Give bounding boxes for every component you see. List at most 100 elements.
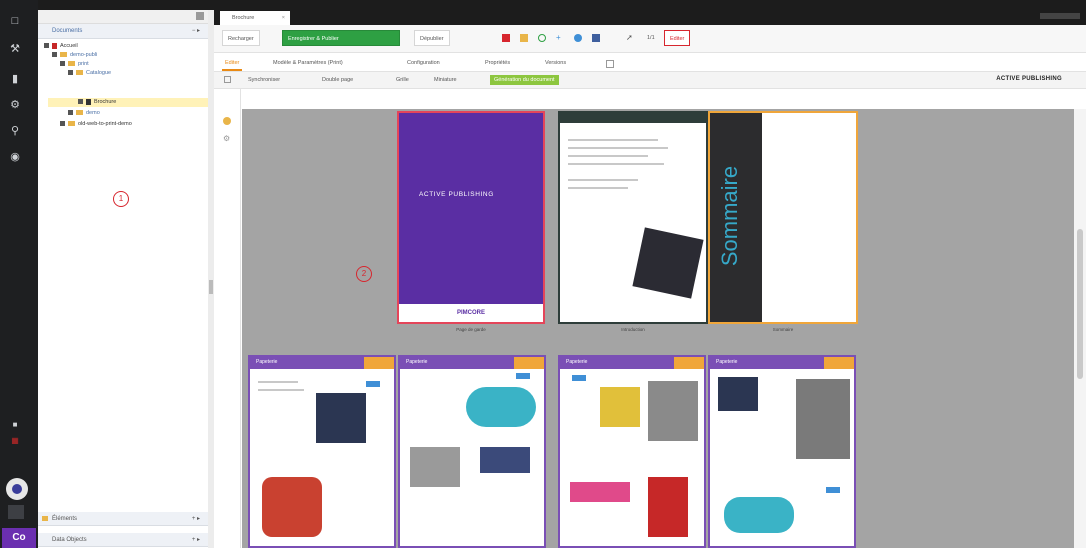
- product-image: [600, 387, 640, 427]
- collapse-icon[interactable]: [68, 110, 73, 116]
- file-icon[interactable]: □: [8, 14, 22, 28]
- page-editor-toolbar: Synchroniser Double page Grille Miniatur…: [214, 72, 1086, 89]
- search-icon[interactable]: ⚲: [8, 124, 22, 138]
- brochure-icon: [86, 98, 91, 105]
- splitter-grip[interactable]: [209, 280, 213, 294]
- tree-node-demo[interactable]: demo: [68, 109, 100, 117]
- thumbnail-button[interactable]: Miniature: [434, 75, 457, 85]
- folder-icon: [68, 121, 75, 127]
- page-sommaire[interactable]: Sommaire: [708, 111, 858, 324]
- product-image: [648, 477, 688, 537]
- grid-button[interactable]: Grille: [396, 75, 409, 85]
- folder-icon: [68, 61, 75, 67]
- close-icon[interactable]: ×: [282, 11, 285, 25]
- collapse-icon[interactable]: [78, 99, 83, 105]
- page-cover[interactable]: ACTIVE PUBLISHING PIMCORE: [397, 111, 545, 324]
- tree-node-brochure[interactable]: Brochure: [78, 98, 116, 106]
- page-intro[interactable]: [558, 111, 708, 324]
- text-line: [568, 179, 638, 181]
- user-menu[interactable]: [1040, 13, 1080, 19]
- cursor-icon[interactable]: ➚: [626, 34, 634, 42]
- tab-brochure[interactable]: Brochure ×: [220, 11, 290, 25]
- tree-node-accueil[interactable]: Accueil: [44, 42, 78, 50]
- collapse-icon[interactable]: [44, 43, 49, 49]
- tree-node-old-web-to-print-demo[interactable]: old-web-to-print-demo: [60, 120, 132, 128]
- documents-panel-header[interactable]: Documents − ▸: [38, 24, 208, 39]
- document-subtabs: Editer Modèle & Paramètres (Print) Confi…: [214, 53, 1086, 72]
- info-icon[interactable]: [574, 34, 582, 42]
- star-icon[interactable]: [223, 117, 231, 125]
- add-page-icon[interactable]: [224, 76, 231, 83]
- document-tree-panel: Documents − ▸ Accueil demo-publi print C…: [38, 10, 209, 548]
- reload-button[interactable]: Recharger: [222, 30, 260, 46]
- eye-icon[interactable]: ◉: [8, 150, 22, 164]
- generate-document-button[interactable]: Génération du document: [490, 75, 559, 85]
- product-image: [480, 447, 530, 473]
- product-image: [316, 393, 366, 443]
- calendar-icon[interactable]: [592, 34, 600, 42]
- collapse-icon[interactable]: [60, 61, 65, 67]
- editor-side-strip: ⚙: [214, 89, 241, 548]
- window-icon[interactable]: [606, 60, 614, 68]
- double-page-button[interactable]: Double page: [322, 75, 353, 85]
- tree-node-demo-publi[interactable]: demo-publi: [52, 51, 97, 59]
- edit-button[interactable]: Editer: [664, 30, 691, 46]
- data-objects-panel-header[interactable]: Data Objects + ▸: [38, 533, 208, 547]
- text-line: [568, 155, 648, 157]
- settings-icon[interactable]: ⚙: [223, 135, 231, 143]
- alert-icon[interactable]: ▦: [8, 434, 22, 448]
- text-line: [568, 163, 664, 165]
- delete-icon[interactable]: [502, 34, 510, 42]
- editor-area: Brochure × Recharger Enregistrer & Publi…: [214, 10, 1086, 548]
- page-canvas: ACTIVE PUBLISHING PIMCORE Page de garde …: [242, 109, 1074, 548]
- folder-icon: [76, 70, 83, 76]
- notification-icon[interactable]: ■: [8, 418, 22, 432]
- tree-node-label: demo: [86, 110, 100, 116]
- vertical-scrollbar[interactable]: [1074, 109, 1086, 548]
- page-catalog[interactable]: Papeterie: [248, 355, 396, 548]
- tab-properties[interactable]: Propriétés: [482, 57, 513, 69]
- scrollbar-thumb[interactable]: [1077, 229, 1083, 379]
- pimcore-logo: [6, 478, 28, 500]
- gear-icon[interactable]: ⚙: [8, 98, 22, 112]
- tree-node-catalogue[interactable]: Catalogue: [68, 69, 111, 77]
- product-image: [570, 482, 630, 502]
- product-image: [648, 381, 698, 441]
- tab-edit[interactable]: Editer: [222, 57, 243, 71]
- collapse-icon[interactable]: [52, 52, 57, 58]
- text-line: [568, 139, 658, 141]
- page-catalog[interactable]: Papeterie: [708, 355, 856, 548]
- page-catalog[interactable]: Papeterie: [398, 355, 546, 548]
- collapse-icon[interactable]: [60, 121, 65, 127]
- tree-node-label: demo-publi: [70, 52, 98, 58]
- grid-icon[interactable]: [196, 12, 204, 20]
- unpublish-button[interactable]: Dépublier: [414, 30, 450, 46]
- sync-button[interactable]: Synchroniser: [248, 75, 280, 85]
- panel-controls[interactable]: + ▸: [192, 533, 200, 547]
- main-nav-rail: □ ⚒ ▮ ⚙ ⚲ ◉ ■ ▦ Co: [0, 0, 38, 548]
- tab-print-settings[interactable]: Modèle & Paramètres (Print): [270, 57, 346, 69]
- folder-icon: [42, 516, 48, 521]
- save-publish-button[interactable]: Enregistrer & Publier: [282, 30, 400, 46]
- page-header-label: Papeterie: [406, 359, 428, 365]
- chart-icon[interactable]: ▮: [8, 72, 22, 86]
- tab-versions[interactable]: Versions: [542, 57, 569, 69]
- cover-footer: PIMCORE: [399, 304, 543, 322]
- page-catalog[interactable]: Papeterie: [558, 355, 706, 548]
- plus-icon[interactable]: +: [556, 34, 564, 42]
- panel-controls[interactable]: + ▸: [192, 512, 200, 526]
- collapse-icon[interactable]: [8, 505, 24, 519]
- price-tag: [516, 373, 530, 379]
- product-image: [718, 377, 758, 411]
- refresh-icon[interactable]: [538, 34, 546, 42]
- elements-panel-header[interactable]: Éléments + ▸: [38, 512, 208, 526]
- wrench-icon[interactable]: ⚒: [8, 42, 22, 56]
- panel-controls[interactable]: − ▸: [192, 24, 200, 38]
- lock-icon[interactable]: [520, 34, 528, 42]
- collapse-icon[interactable]: [68, 70, 73, 76]
- text-line: [258, 389, 304, 391]
- product-image: [262, 477, 322, 537]
- tree-node-print[interactable]: print: [60, 60, 89, 68]
- price-tag: [572, 375, 586, 381]
- tab-configuration[interactable]: Configuration: [404, 57, 443, 69]
